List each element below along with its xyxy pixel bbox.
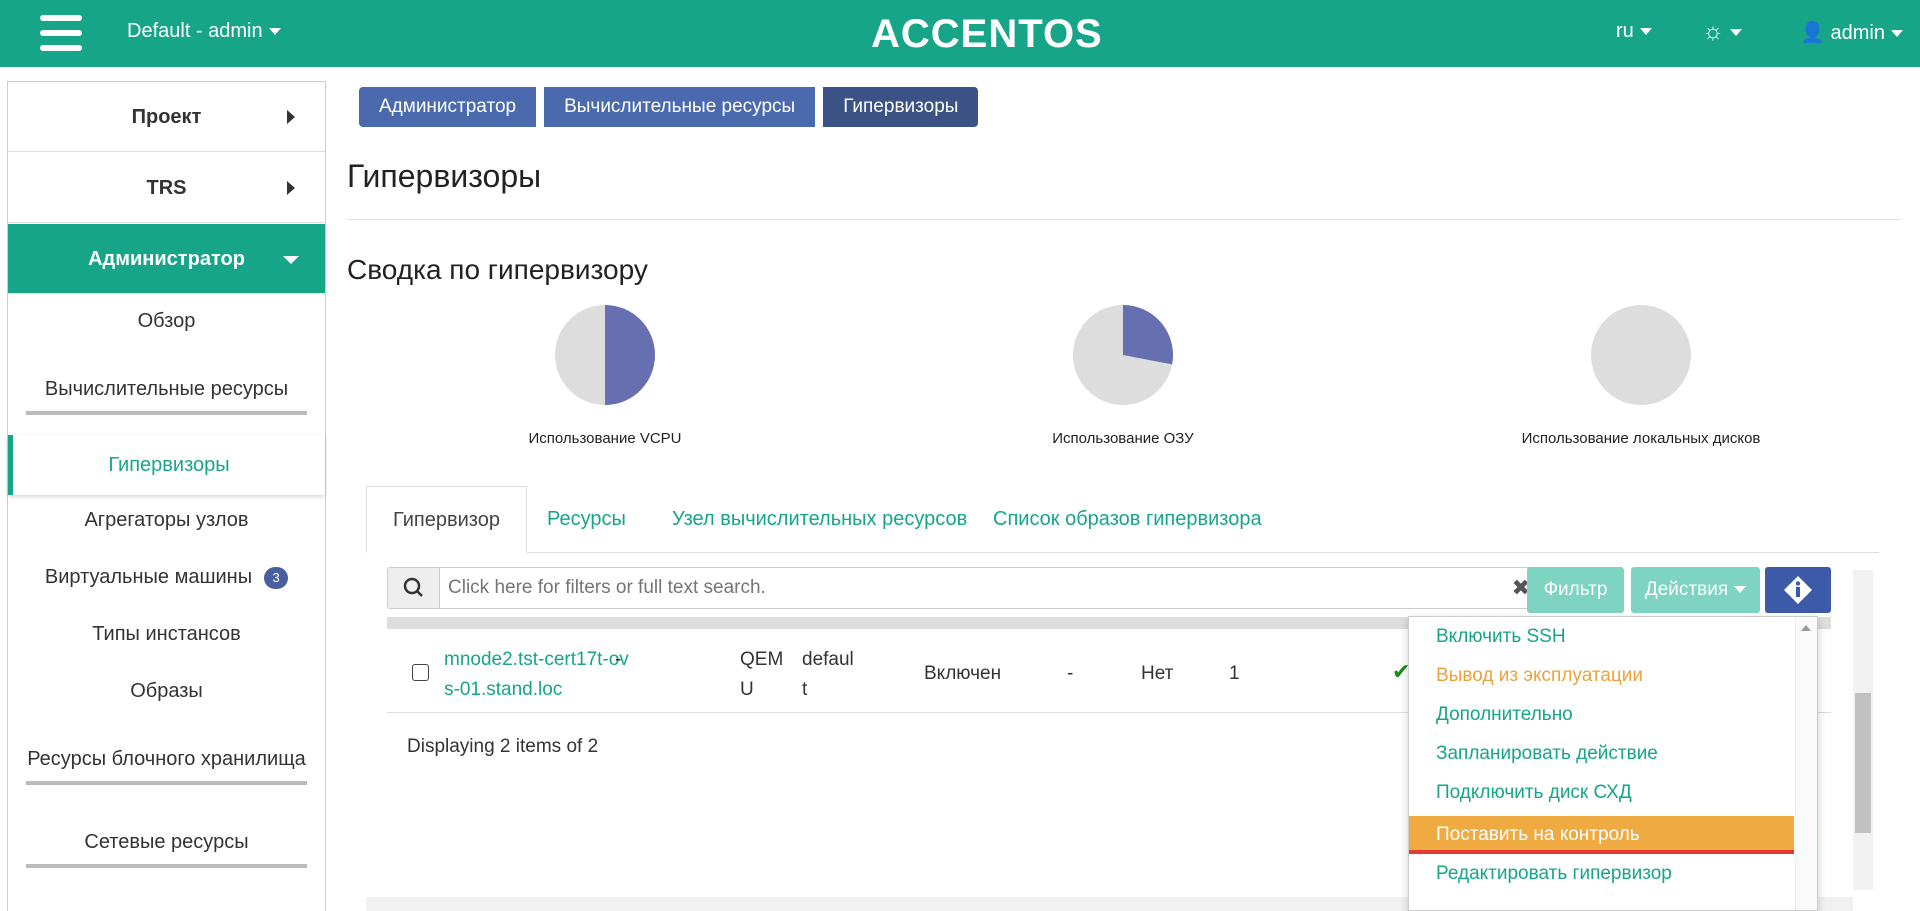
pie-label: Использование локальных дисков [1521,430,1761,447]
sidebar-item-overview[interactable]: Обзор [8,310,325,333]
breadcrumb: Администратор Вычислительные ресурсы Гип… [359,87,986,127]
summary-title: Сводка по гипервизору [347,254,648,285]
menu-item-decommission[interactable]: Вывод из эксплуатации [1409,657,1794,695]
gear-icon: ☼ [1702,18,1724,45]
tabs: Гипервизор Ресурсы Узел вычислительных р… [366,486,1879,553]
info-button[interactable] [1765,567,1831,613]
chevron-right-icon [287,181,295,195]
sidebar-item-compute[interactable]: Вычислительные ресурсы [26,378,307,415]
row-checkbox[interactable] [412,664,429,681]
sidebar-item-hypervisors[interactable]: Гипервизоры [8,435,325,495]
search-box: ✖ [387,567,1541,609]
sidebar-item-aggregates[interactable]: Агрегаторы узлов [8,509,325,532]
chevron-right-icon [287,110,295,124]
sidebar-item-vms[interactable]: Виртуальные машины 3 [8,566,325,589]
pie-label: Использование VCPU [528,430,682,447]
search-glyph [403,577,423,597]
ram-pie [1073,305,1173,405]
sidebar-item-label: Виртуальные машины [44,566,253,588]
pie-used-slice [1123,305,1173,365]
tab-hypervisor[interactable]: Гипервизор [366,486,527,553]
breadcrumb-hypervisors: Гипервизоры [823,87,979,127]
count-badge: 3 [264,566,289,589]
chevron-down-icon [1730,29,1742,37]
actions-dropdown-menu: Включить SSH Вывод из эксплуатации Допол… [1408,616,1818,911]
breadcrumb-admin[interactable]: Администратор [359,87,537,127]
chevron-down-icon [268,28,281,36]
sidebar-item-network[interactable]: Сетевые ресурсы [26,831,307,868]
chevron-down-icon [1639,28,1652,36]
breadcrumb-compute[interactable]: Вычислительные ресурсы [544,87,816,127]
disk-usage-chart: Использование локальных дисков [1491,305,1791,447]
sidebar: Проект TRS Администратор Обзор Вычислите… [7,81,326,911]
hostname-line1: mnode2.tst-cert17t-ov [444,649,629,670]
vertical-scrollbar[interactable] [1853,570,1873,890]
divider [347,219,1901,220]
sidebar-item-block-storage[interactable]: Ресурсы блочного хранилища [26,748,307,785]
cell-value: 1 [1229,663,1240,684]
sidebar-section-label: Проект [131,106,202,128]
actions-label: Действия [1644,579,1729,600]
info-icon [1784,576,1812,604]
cell-value: - [615,649,622,670]
user-name: admin [1830,22,1885,44]
pie-free-slice [1591,305,1691,405]
logo: ACCENTOS [871,12,1103,56]
vcpu-pie [555,305,655,405]
menu-item-more[interactable]: Дополнительно [1409,696,1794,734]
menu-item-edit-hypervisor[interactable]: Редактировать гипервизор [1409,855,1794,893]
project-selector[interactable]: Default - admin [127,20,281,43]
tab-image-list[interactable]: Список образов гипервизора [993,486,1262,553]
page-title: Гипервизоры [347,158,542,194]
sidebar-section-project[interactable]: Проект [8,82,325,152]
menu-scrollbar[interactable] [1795,617,1817,910]
project-selector-label: Default - admin [127,20,263,42]
menu-item-monitor[interactable]: Поставить на контроль [1409,816,1794,854]
chevron-down-icon [1734,586,1747,594]
menu-icon[interactable] [40,15,82,51]
language-label: ru [1616,20,1634,42]
sidebar-section-label: Администратор [88,248,245,270]
hostname-line2: s-01.stand.loc [444,679,563,700]
user-icon: 👤 [1800,22,1825,44]
sidebar-item-flavors[interactable]: Типы инстансов [8,623,325,646]
cell-status: Включен [924,663,1002,684]
menu-item-attach-storage[interactable]: Подключить диск СХД [1409,774,1794,812]
disk-pie [1591,305,1691,405]
search-input[interactable] [448,568,1488,608]
vcpu-usage-chart: Использование VCPU [455,305,755,447]
settings-menu[interactable]: ☼ [1702,18,1742,46]
sidebar-section-admin[interactable]: Администратор [8,224,325,294]
cell-value: - [1067,663,1074,684]
sidebar-section-label: TRS [146,177,187,199]
filter-button[interactable]: Фильтр [1527,567,1624,613]
top-navbar: Default - admin ACCENTOS ru ☼ 👤 admin [0,0,1920,67]
chevron-down-icon [283,256,299,264]
type-line1: QEM [740,649,784,670]
actions-button[interactable]: Действия [1631,567,1760,613]
zone-line2: t [802,679,808,700]
cell-value: Нет [1141,663,1174,684]
scrollbar-thumb[interactable] [1855,693,1871,833]
displaying-count: Displaying 2 items of 2 [407,736,599,757]
chevron-up-icon [1801,625,1811,631]
ram-usage-chart: Использование ОЗУ [973,305,1273,447]
chevron-down-icon [1890,30,1903,38]
pie-label: Использование ОЗУ [1052,430,1194,447]
sidebar-item-images[interactable]: Образы [8,680,325,703]
language-selector[interactable]: ru [1616,20,1652,43]
zone-line1: defaul [802,649,854,670]
search-icon[interactable] [388,568,440,608]
cell-type: QEM U [740,645,783,705]
menu-item-enable-ssh[interactable]: Включить SSH [1409,618,1794,656]
type-line2: U [740,679,754,700]
tab-compute-node[interactable]: Узел вычислительных ресурсов [672,486,967,553]
user-menu[interactable]: 👤 admin [1800,20,1903,45]
menu-item-schedule[interactable]: Запланировать действие [1409,735,1794,773]
tab-resources[interactable]: Ресурсы [547,486,626,553]
hypervisor-hostname-link[interactable]: mnode2.tst-cert17t-ov s-01.stand.loc [444,645,629,705]
pie-used-slice [605,305,655,405]
sidebar-section-trs[interactable]: TRS [8,153,325,223]
cell-zone: defaul t [802,645,854,705]
